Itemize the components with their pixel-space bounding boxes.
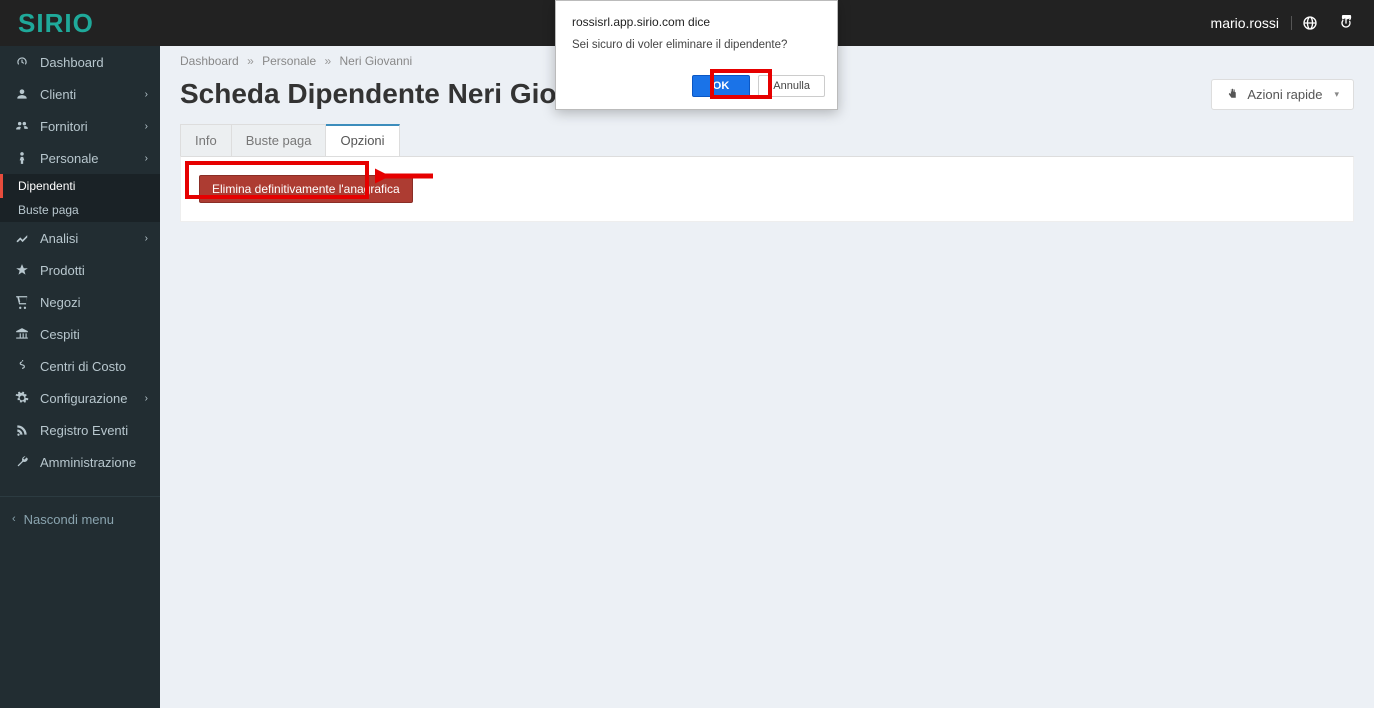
delete-record-button[interactable]: Elimina definitivamente l'anagrafica xyxy=(199,175,413,203)
sidebar-item-label: Registro Eventi xyxy=(40,423,128,438)
sidebar-item-label: Personale xyxy=(40,151,99,166)
confirm-dialog: rossisrl.app.sirio.com dice Sei sicuro d… xyxy=(555,0,838,110)
gear-icon xyxy=(12,391,32,405)
sidebar-item-negozi[interactable]: Negozi xyxy=(0,286,160,318)
tab-info[interactable]: Info xyxy=(180,124,232,156)
user-icon xyxy=(12,87,32,101)
sidebar-item-label: Analisi xyxy=(40,231,78,246)
brand-logo: SIRIO xyxy=(0,8,160,39)
globe-icon[interactable] xyxy=(1292,15,1328,31)
tab-bustepaga[interactable]: Buste paga xyxy=(232,124,327,156)
main-content: Dashboard » Personale » Neri Giovanni Sc… xyxy=(160,46,1374,708)
person-icon xyxy=(12,151,32,165)
dialog-ok-button[interactable]: OK xyxy=(692,75,751,97)
sidebar-item-label: Nascondi menu xyxy=(24,512,114,527)
header-username[interactable]: mario.rossi xyxy=(1199,16,1292,30)
sidebar-item-centricosto[interactable]: Centri di Costo xyxy=(0,350,160,382)
chevron-right-icon: › xyxy=(145,121,148,132)
chevron-right-icon: › xyxy=(145,153,148,164)
chevron-right-icon: › xyxy=(145,89,148,100)
sidebar-item-registroeventi[interactable]: Registro Eventi xyxy=(0,414,160,446)
chart-icon xyxy=(12,231,32,245)
sidebar: Dashboard Clienti › Fornitori › Personal… xyxy=(0,46,160,708)
sidebar-item-label: Dashboard xyxy=(40,55,104,70)
breadcrumb-link[interactable]: Personale xyxy=(262,54,316,68)
sidebar-subitem-dipendenti[interactable]: Dipendenti xyxy=(0,174,160,198)
sidebar-subitem-bustepaga[interactable]: Buste paga xyxy=(0,198,160,222)
sidebar-item-label: Clienti xyxy=(40,87,76,102)
sidebar-item-label: Configurazione xyxy=(40,391,127,406)
chevron-left-icon: ‹ xyxy=(12,513,16,525)
breadcrumb-sep: » xyxy=(319,54,336,68)
dollar-icon xyxy=(12,359,32,373)
chevron-right-icon: › xyxy=(145,233,148,244)
dialog-message: Sei sicuro di voler eliminare il dipende… xyxy=(572,39,821,51)
cart-icon xyxy=(12,295,32,309)
rss-icon xyxy=(12,423,32,437)
breadcrumb-current: Neri Giovanni xyxy=(340,54,413,68)
sidebar-item-label: Buste paga xyxy=(18,203,79,217)
sidebar-item-dashboard[interactable]: Dashboard xyxy=(0,46,160,78)
tab-opzioni[interactable]: Opzioni xyxy=(326,124,399,156)
sidebar-item-label: Dipendenti xyxy=(18,179,75,193)
sidebar-item-label: Amministrazione xyxy=(40,455,136,470)
hand-icon xyxy=(1226,88,1239,101)
dialog-cancel-button[interactable]: Annulla xyxy=(758,75,825,97)
sidebar-item-cespiti[interactable]: Cespiti xyxy=(0,318,160,350)
power-icon[interactable] xyxy=(1328,15,1364,31)
bank-icon xyxy=(12,327,32,341)
dashboard-icon xyxy=(12,55,32,69)
sidebar-submenu-personale: Dipendenti Buste paga xyxy=(0,174,160,222)
sidebar-item-amministrazione[interactable]: Amministrazione xyxy=(0,446,160,478)
sidebar-item-label: Prodotti xyxy=(40,263,85,278)
tabs: Info Buste paga Opzioni xyxy=(160,124,1374,156)
caret-down-icon: ▾ xyxy=(1334,89,1339,100)
breadcrumb-link[interactable]: Dashboard xyxy=(180,54,239,68)
sidebar-item-label: Fornitori xyxy=(40,119,88,134)
quick-actions-label: Azioni rapide xyxy=(1247,87,1322,102)
sidebar-hide-menu[interactable]: ‹ Nascondi menu xyxy=(0,503,160,535)
sidebar-item-fornitori[interactable]: Fornitori › xyxy=(0,110,160,142)
sidebar-item-label: Negozi xyxy=(40,295,80,310)
breadcrumb-sep: » xyxy=(242,54,259,68)
sidebar-item-clienti[interactable]: Clienti › xyxy=(0,78,160,110)
sidebar-item-label: Centri di Costo xyxy=(40,359,126,374)
sidebar-item-personale[interactable]: Personale › xyxy=(0,142,160,174)
sidebar-item-configurazione[interactable]: Configurazione › xyxy=(0,382,160,414)
sidebar-item-analisi[interactable]: Analisi › xyxy=(0,222,160,254)
tab-content: Elimina definitivamente l'anagrafica xyxy=(180,156,1354,222)
dialog-origin: rossisrl.app.sirio.com dice xyxy=(572,15,821,29)
quick-actions-button[interactable]: Azioni rapide ▾ xyxy=(1211,79,1354,110)
star-icon xyxy=(12,263,32,277)
wrench-icon xyxy=(12,455,32,469)
chevron-right-icon: › xyxy=(145,393,148,404)
sidebar-item-label: Cespiti xyxy=(40,327,80,342)
sidebar-item-prodotti[interactable]: Prodotti xyxy=(0,254,160,286)
users-icon xyxy=(12,119,32,133)
